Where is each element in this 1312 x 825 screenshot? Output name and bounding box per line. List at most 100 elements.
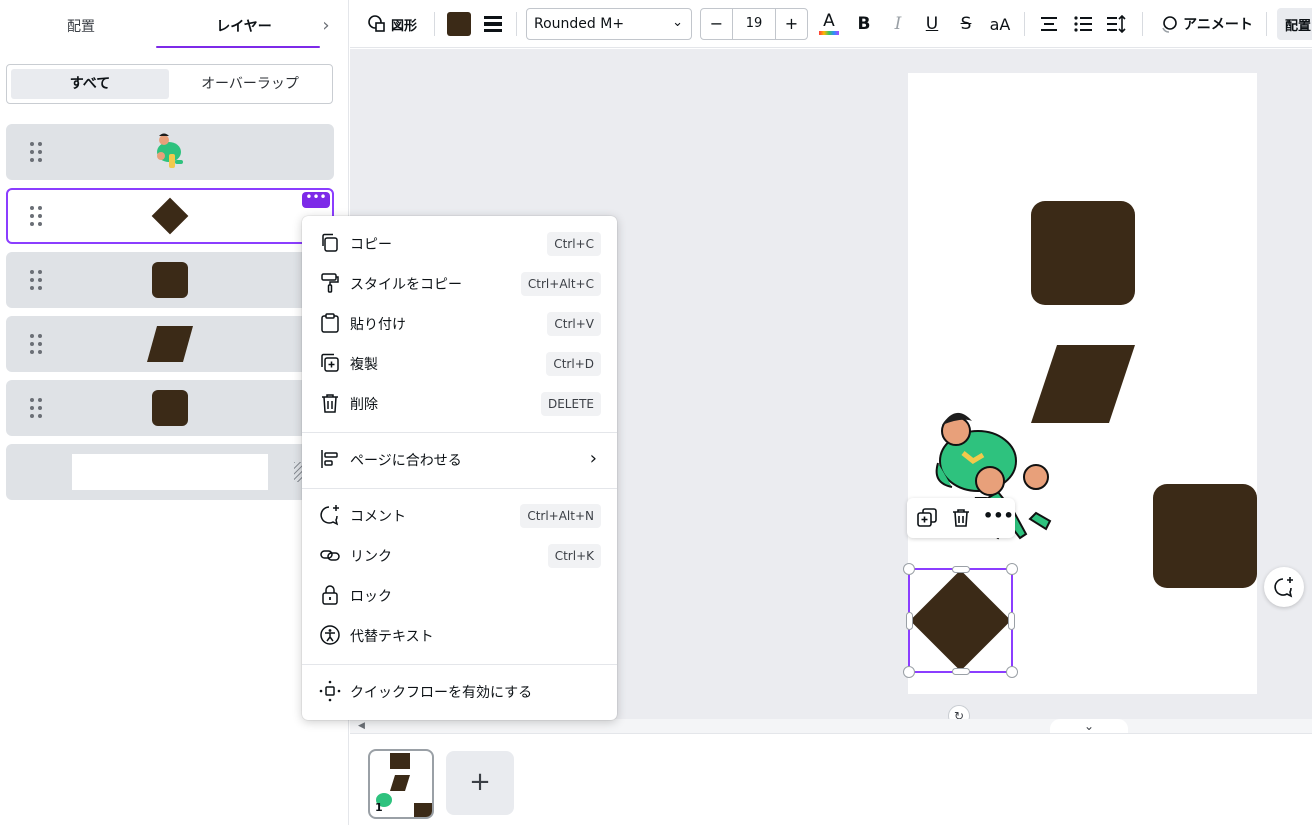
scroll-left-icon[interactable]: ◀ <box>358 721 365 731</box>
menu-item-delete[interactable]: 削除 DELETE <box>302 384 617 424</box>
menu-label: コピー <box>350 237 392 253</box>
menu-item-align-to-page[interactable]: ページに合わせる › <box>302 440 617 480</box>
filter-overlap-button[interactable]: オーバーラップ <box>171 69 329 99</box>
align-page-icon <box>321 450 338 468</box>
arrange-button[interactable]: 配置 <box>1277 8 1312 40</box>
chevron-right-icon: › <box>589 448 597 469</box>
duplicate-icon[interactable] <box>915 506 939 530</box>
drag-handle-icon[interactable] <box>30 334 44 356</box>
top-toolbar: 図形 Rounded M+ ⌄ − 19 + A B I U S aA アニメー… <box>350 0 1312 48</box>
paint-roller-icon <box>321 273 339 293</box>
rounded-square-shape[interactable] <box>1031 201 1135 305</box>
collapse-pages-button[interactable]: ⌄ <box>1050 719 1128 733</box>
menu-item-alt-text[interactable]: 代替テキスト <box>302 616 617 656</box>
menu-item-comment[interactable]: コメント Ctrl+Alt+N <box>302 496 617 536</box>
bold-button[interactable]: B <box>852 8 876 40</box>
menu-label: ページに合わせる <box>350 453 462 469</box>
border-style-icon <box>484 16 502 32</box>
menu-item-quickflow[interactable]: クイックフローを有効にする <box>302 672 617 712</box>
increase-size-button[interactable]: + <box>775 9 807 39</box>
tab-layers[interactable]: レイヤー <box>156 0 332 48</box>
animate-label: アニメート <box>1183 17 1253 33</box>
football-player-thumbnail <box>151 132 189 172</box>
menu-label: リンク <box>350 549 392 565</box>
resize-handle-left[interactable] <box>906 612 913 630</box>
menu-divider <box>302 488 617 489</box>
layer-row-background[interactable] <box>6 444 334 500</box>
menu-divider <box>302 664 617 665</box>
resize-handle-br[interactable] <box>1006 666 1018 678</box>
font-family-select[interactable]: Rounded M+ ⌄ <box>526 8 692 40</box>
add-page-button[interactable]: + <box>446 751 514 815</box>
trash-icon[interactable] <box>949 506 973 530</box>
trash-icon <box>322 394 338 413</box>
list-button[interactable] <box>1070 8 1096 40</box>
border-style-button[interactable] <box>480 8 506 40</box>
menu-item-paste[interactable]: 貼り付け Ctrl+V <box>302 304 617 344</box>
lock-icon <box>322 585 338 605</box>
add-comment-button[interactable] <box>1264 567 1304 607</box>
drag-handle-icon[interactable] <box>30 206 44 228</box>
layer-row-illustration[interactable] <box>6 124 334 180</box>
rainbow-bar <box>819 31 839 35</box>
comment-icon <box>320 505 339 526</box>
duplicate-icon <box>321 353 339 372</box>
resize-handle-tr[interactable] <box>1006 563 1018 575</box>
layer-row-rounded-square-2[interactable] <box>6 380 334 436</box>
layer-row-parallelogram[interactable] <box>6 316 334 372</box>
layer-row-rounded-square[interactable] <box>6 252 334 308</box>
resize-handle-top[interactable] <box>952 566 970 573</box>
menu-item-link[interactable]: リンク Ctrl+K <box>302 536 617 576</box>
filter-all-button[interactable]: すべて <box>11 69 169 99</box>
fill-swatch <box>447 12 471 36</box>
drag-handle-icon[interactable] <box>30 270 44 292</box>
shape-icon <box>368 15 385 32</box>
comment-plus-icon <box>1274 577 1293 598</box>
parallelogram-thumbnail <box>145 326 195 362</box>
animate-icon <box>1162 16 1177 33</box>
letter-case-button[interactable]: aA <box>986 8 1014 40</box>
layer-row-diamond[interactable]: ••• <box>6 188 334 244</box>
menu-item-copy[interactable]: コピー Ctrl+C <box>302 224 617 264</box>
chevron-right-icon[interactable]: › <box>318 14 334 38</box>
spacing-button[interactable] <box>1104 8 1130 40</box>
background-thumbnail <box>72 454 268 490</box>
tab-arrange[interactable]: 配置 <box>6 0 156 48</box>
italic-button[interactable]: I <box>886 8 910 40</box>
thumb-shape <box>414 803 432 817</box>
resize-handle-right[interactable] <box>1008 612 1015 630</box>
more-options-icon[interactable]: ••• <box>302 191 330 208</box>
page-thumbnail[interactable]: 1 <box>368 749 434 819</box>
shortcut-badge: Ctrl+D <box>546 352 601 376</box>
menu-item-lock[interactable]: ロック <box>302 576 617 616</box>
rounded-square-thumbnail <box>152 262 188 298</box>
rounded-square-thumbnail <box>152 390 188 426</box>
drag-handle-icon[interactable] <box>30 398 44 420</box>
animate-button[interactable]: アニメート <box>1154 8 1258 40</box>
underline-button[interactable]: U <box>920 8 944 40</box>
resize-handle-bl[interactable] <box>903 666 915 678</box>
menu-label: 複製 <box>350 357 378 373</box>
shape-button[interactable]: 図形 <box>360 8 424 40</box>
link-icon <box>320 550 340 561</box>
more-icon[interactable]: ••• <box>983 506 1014 530</box>
horizontal-scrollbar[interactable]: ◀ ⌄ <box>350 719 1312 733</box>
align-button[interactable] <box>1036 8 1062 40</box>
menu-item-copy-style[interactable]: スタイルをコピー Ctrl+Alt+C <box>302 264 617 304</box>
fill-color-button[interactable] <box>446 8 472 40</box>
font-size-stepper[interactable]: − 19 + <box>700 8 808 40</box>
shortcut-badge: DELETE <box>540 392 601 416</box>
strikethrough-button[interactable]: S <box>954 8 978 40</box>
drag-handle-icon[interactable] <box>30 142 44 164</box>
resize-handle-tl[interactable] <box>903 563 915 575</box>
font-size-input[interactable]: 19 <box>733 9 775 39</box>
menu-label: 削除 <box>350 397 378 413</box>
rounded-square-shape-2[interactable] <box>1153 484 1257 588</box>
text-color-button[interactable]: A <box>816 8 842 40</box>
page-filmstrip: 1 + <box>350 733 1312 825</box>
copy-icon <box>322 233 338 252</box>
resize-handle-bottom[interactable] <box>952 668 970 675</box>
bullet-list-icon <box>1074 16 1092 32</box>
decrease-size-button[interactable]: − <box>701 9 733 39</box>
menu-item-duplicate[interactable]: 複製 Ctrl+D <box>302 344 617 384</box>
